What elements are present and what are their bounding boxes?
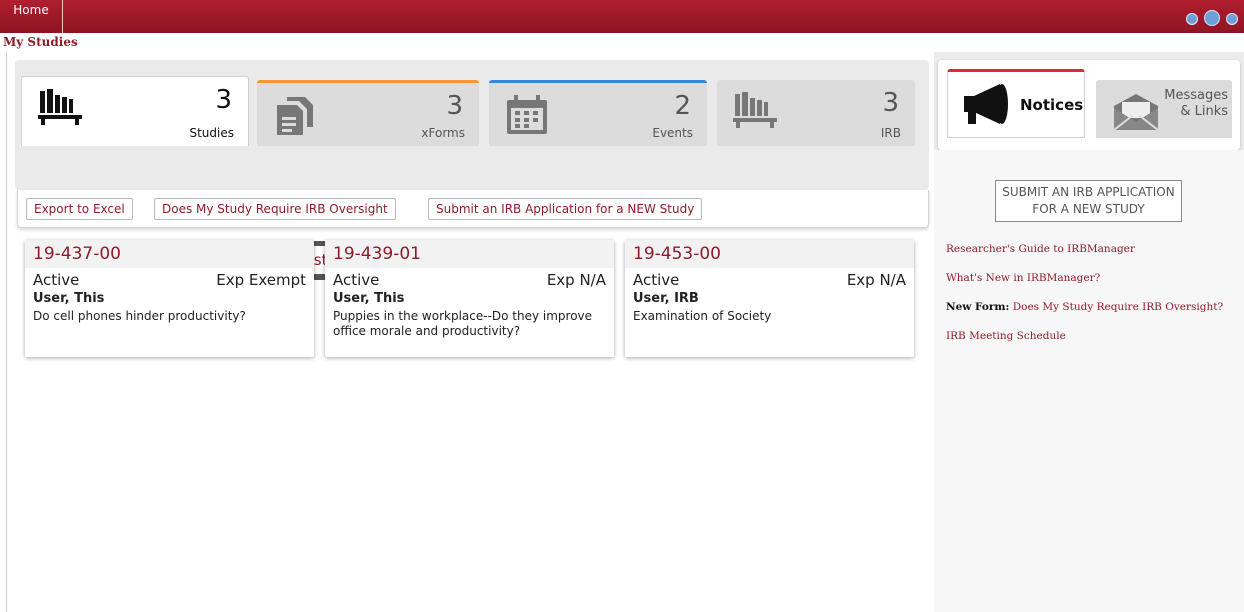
study-exp: Exp N/A [846,271,906,289]
study-status: Active [333,271,380,289]
tab-events[interactable]: 2 Events [489,80,707,146]
tab-studies-label: Studies [189,126,234,140]
megaphone-icon [964,84,1008,124]
home-button[interactable]: Home [0,0,63,33]
study-id[interactable]: 19-437-00 [25,240,314,268]
new-form-prefix: New Form: [946,301,1010,313]
top-navigation-bar: Home [0,0,1244,33]
study-user: User, This [33,291,105,306]
study-status: Active [33,271,80,289]
tab-events-count: 2 [674,91,691,121]
notices-label: Notices [1020,96,1084,114]
tab-irb-count: 3 [882,88,899,118]
new-form-notice: New Form: Does My Study Require IRB Over… [946,301,1223,313]
tab-studies[interactable]: 3 Studies [21,76,249,146]
study-status: Active [633,271,680,289]
study-status-row: Active Exp Exempt [25,268,314,289]
study-exp: Exp Exempt [216,271,306,289]
messages-label-line-2: & Links [1180,104,1228,119]
signal-icon[interactable] [1186,13,1198,25]
study-card[interactable]: 19-453-00 Active Exp N/A User, IRB Exami… [625,240,914,357]
calendar-icon [507,95,547,134]
study-card[interactable]: 19-439-01 Active Exp N/A User, This Pupp… [325,240,614,357]
export-to-excel-button[interactable]: Export to Excel [26,198,133,220]
study-title: Examination of Society [633,309,772,323]
books-icon [38,89,82,125]
messages-links-label: Messages & Links [1164,88,1228,120]
study-exp: Exp N/A [546,271,606,289]
tab-messages-links[interactable]: Messages & Links [1096,80,1232,138]
tab-events-label: Events [652,126,693,140]
whats-new-link[interactable]: What's New in IRBManager? [946,272,1100,284]
study-status-row: Active Exp N/A [625,268,914,289]
submit-line-1: SUBMIT AN IRB APPLICATION [1002,185,1175,199]
study-title: Do cell phones hinder productivity? [33,309,246,323]
action-toolbar: Export to Excel Does My Study Require IR… [17,190,929,228]
tab-xforms[interactable]: 3 xForms [257,80,479,146]
submit-irb-application-button[interactable]: SUBMIT AN IRB APPLICATION FOR A NEW STUD… [995,180,1182,222]
tab-irb[interactable]: 3 IRB [717,80,915,146]
new-form-link[interactable]: Does My Study Require IRB Oversight? [1013,301,1223,313]
researchers-guide-link[interactable]: Researcher's Guide to IRBManager [946,243,1135,255]
books-icon [733,92,777,128]
study-title: Puppies in the workplace--Do they improv… [333,309,593,338]
documents-icon [277,97,313,135]
user-icon[interactable] [1226,13,1238,25]
tab-irb-label: IRB [880,126,901,140]
irb-oversight-button[interactable]: Does My Study Require IRB Oversight [154,198,396,220]
submit-line-2: FOR A NEW STUDY [1032,202,1145,216]
submit-new-study-button[interactable]: Submit an IRB Application for a NEW Stud… [428,198,703,220]
right-panel: Notices Messages & Links SUBMIT AN IRB A… [934,52,1244,612]
tab-strip: 3 Studies 3 xForms 2 Events 3 IRB [15,60,929,190]
study-status-row: Active Exp N/A [325,268,614,289]
study-card[interactable]: 19-437-00 Active Exp Exempt User, This D… [25,240,314,357]
irb-meeting-schedule-link[interactable]: IRB Meeting Schedule [946,330,1066,342]
top-icon-group [1186,10,1238,26]
tab-xforms-label: xForms [421,126,465,140]
tab-notices[interactable]: Notices [947,69,1085,138]
envelope-icon [1113,94,1159,131]
study-id[interactable]: 19-439-01 [325,240,614,268]
study-user: User, IRB [633,291,699,306]
tab-studies-count: 3 [215,85,232,115]
study-id[interactable]: 19-453-00 [625,240,914,268]
page-title: My Studies [3,35,78,49]
messages-label-line-1: Messages [1164,88,1228,103]
tab-xforms-count: 3 [446,91,463,121]
search-icon[interactable] [1204,10,1220,26]
study-user: User, This [333,291,405,306]
